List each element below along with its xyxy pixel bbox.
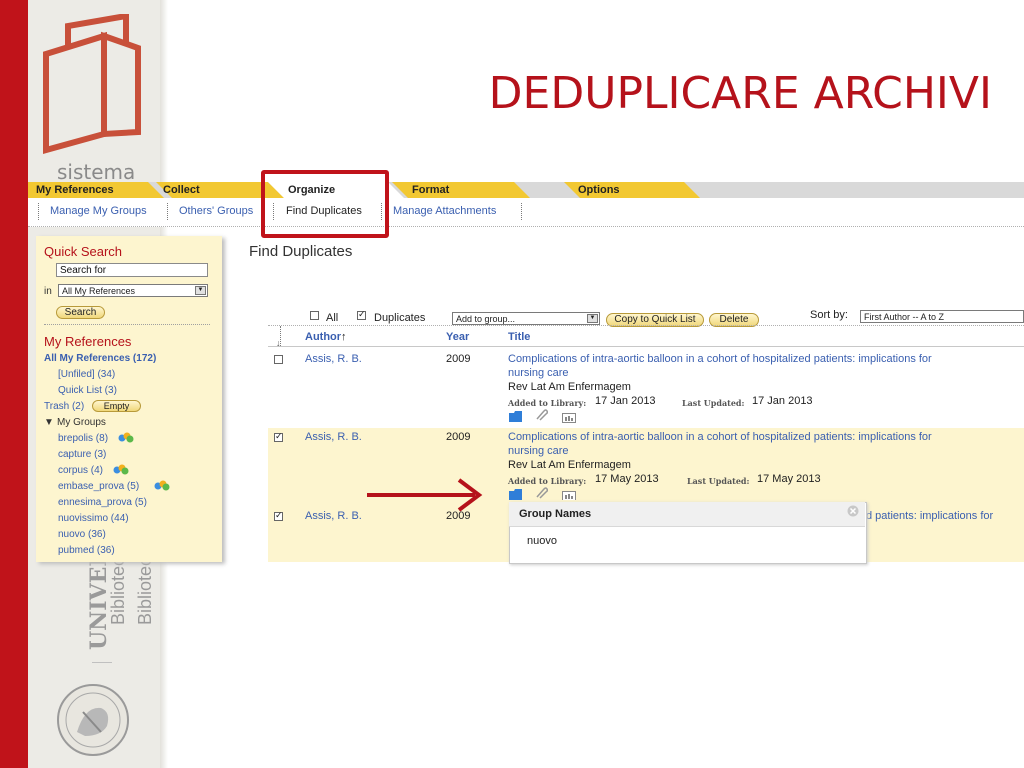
tab-options[interactable]: Options: [578, 182, 620, 198]
author-link[interactable]: Assis, R. B.: [305, 510, 362, 522]
column-author[interactable]: Author↑: [305, 331, 347, 343]
tab-my-references[interactable]: My References: [36, 182, 114, 198]
link-icon[interactable]: [562, 413, 576, 423]
close-icon[interactable]: [847, 505, 859, 517]
sort-arrow-icon: ↑: [341, 331, 347, 343]
sidebar-item-quick-list[interactable]: Quick List (3): [58, 385, 117, 396]
year-value: 2009: [446, 353, 471, 365]
slide-red-bar: [0, 0, 28, 768]
divider: [44, 324, 210, 326]
sort-label: Sort by:: [810, 309, 848, 321]
tab-format[interactable]: Format: [412, 182, 449, 198]
in-label: in: [44, 286, 52, 297]
sidebar-item-all-references[interactable]: All My References (172): [44, 353, 156, 364]
divider: [268, 325, 1024, 327]
slide-title: DEDUPLICARE ARCHIVI: [488, 68, 992, 119]
added-label: Added to Library:: [508, 476, 587, 486]
link-manage-attachments[interactable]: Manage Attachments: [393, 205, 496, 217]
added-label: Added to Library:: [508, 398, 587, 408]
author-link[interactable]: Assis, R. B.: [305, 353, 362, 365]
shared-group-icon: [154, 480, 170, 491]
all-label: All: [326, 312, 339, 324]
tab-collect[interactable]: Collect: [163, 182, 200, 198]
journal-name: Rev Lat Am Enfermagem: [508, 381, 631, 393]
chevron-down-icon[interactable]: ▼: [587, 314, 598, 323]
title-link[interactable]: nursing care: [508, 367, 569, 379]
popup-title: Group Names: [519, 508, 592, 520]
separator: [167, 203, 169, 220]
updated-date: 17 Jan 2013: [752, 395, 813, 407]
select-value: All My References: [62, 286, 136, 296]
title-link[interactable]: d patients: implications for: [866, 510, 993, 522]
empty-trash-button[interactable]: Empty: [92, 400, 141, 412]
search-button[interactable]: Search: [56, 306, 105, 319]
title-link[interactable]: nursing care: [508, 445, 569, 457]
group-item[interactable]: corpus (4): [58, 465, 103, 476]
updated-label: Last Updated:: [682, 398, 745, 408]
separator: [38, 203, 40, 220]
title-link[interactable]: Complications of intra-aortic balloon in…: [508, 431, 932, 443]
reference-scope-select[interactable]: All My References ▼: [58, 284, 208, 297]
divider: [92, 662, 112, 663]
updated-label: Last Updated:: [687, 476, 750, 486]
sidebar-item-trash[interactable]: Trash (2): [44, 401, 84, 412]
year-value: 2009: [446, 431, 471, 443]
group-item[interactable]: nuovo (36): [58, 529, 106, 540]
row-checkbox[interactable]: ✓: [274, 433, 283, 442]
column-year[interactable]: Year: [446, 331, 469, 343]
library-text: Bibliotec: [135, 556, 155, 625]
title-link[interactable]: Complications of intra-aortic balloon in…: [508, 353, 932, 365]
duplicates-label: Duplicates: [374, 312, 426, 324]
row-checkbox[interactable]: ✓: [274, 512, 283, 521]
group-item[interactable]: nuovissimo (44): [58, 513, 129, 524]
row-checkbox[interactable]: [274, 355, 283, 364]
select-all-checkbox[interactable]: [310, 311, 319, 320]
journal-name: Rev Lat Am Enfermagem: [508, 459, 631, 471]
page-title: Find Duplicates: [249, 243, 353, 260]
university-seal-icon: [57, 684, 129, 756]
updated-date: 17 May 2013: [757, 473, 821, 485]
annotation-arrow-icon: [367, 478, 483, 512]
group-item[interactable]: pubmed (36): [58, 545, 115, 556]
link-others-groups[interactable]: Others' Groups: [179, 205, 253, 217]
my-references-title: My References: [44, 334, 132, 349]
expand-triangle-icon[interactable]: ▼: [44, 417, 54, 428]
link-manage-my-groups[interactable]: Manage My Groups: [50, 205, 147, 217]
added-date: 17 Jan 2013: [595, 395, 656, 407]
quick-search-title: Quick Search: [44, 244, 123, 259]
added-date: 17 May 2013: [595, 473, 659, 485]
group-name-item[interactable]: nuovo: [527, 535, 557, 547]
logo-label: sistema: [57, 160, 136, 184]
attachment-icon[interactable]: [534, 486, 548, 500]
my-groups-label: My Groups: [57, 417, 106, 428]
group-item[interactable]: ennesima_prova (5): [58, 497, 147, 508]
column-title[interactable]: Title: [508, 331, 530, 343]
chevron-down-icon[interactable]: ▼: [195, 286, 206, 295]
duplicates-checkbox[interactable]: ✓: [357, 311, 366, 320]
author-link[interactable]: Assis, R. B.: [305, 431, 362, 443]
attachment-icon[interactable]: [534, 408, 548, 422]
search-input[interactable]: Search for: [56, 263, 208, 277]
add-to-group-select[interactable]: Add to group... ▼: [452, 312, 600, 325]
folder-icon[interactable]: [509, 489, 522, 500]
shared-group-icon: [113, 464, 129, 475]
sub-navigation: [28, 198, 1024, 227]
highlight-box: [261, 170, 389, 238]
select-value: Add to group...: [456, 314, 516, 324]
sistema-logo-icon: [43, 14, 141, 154]
sidebar-item-unfiled[interactable]: [Unfiled] (34): [58, 369, 115, 380]
select-value: First Author -- A to Z: [864, 312, 945, 322]
sort-select[interactable]: First Author -- A to Z: [860, 310, 1024, 323]
group-item[interactable]: brepolis (8): [58, 433, 108, 444]
group-item[interactable]: embase_prova (5): [58, 481, 139, 492]
library-text: Bibliotec: [108, 556, 128, 625]
group-item[interactable]: capture (3): [58, 449, 106, 460]
folder-icon[interactable]: [509, 411, 522, 422]
shared-group-icon: [118, 432, 134, 443]
divider: [268, 346, 1024, 348]
separator: [521, 203, 523, 220]
